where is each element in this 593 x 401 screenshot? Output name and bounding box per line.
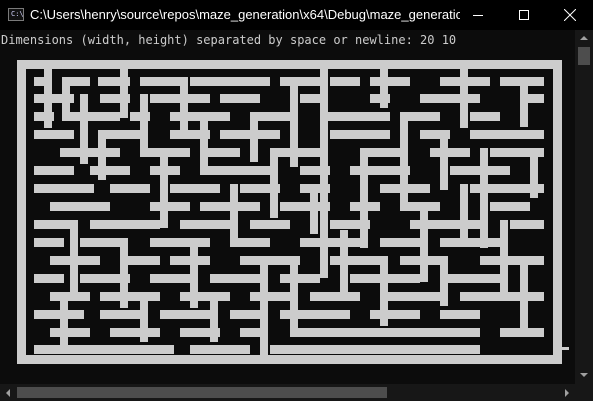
console-app-icon[interactable]: C:\ xyxy=(8,8,24,21)
scroll-left-arrow-icon xyxy=(6,389,10,397)
scroll-down-button[interactable] xyxy=(575,367,593,384)
vertical-scroll-thumb[interactable] xyxy=(578,47,590,65)
app-icon-label: C:\ xyxy=(11,10,24,18)
scroll-right-arrow-icon xyxy=(565,389,569,397)
scrollbar-corner xyxy=(575,384,593,401)
text-cursor xyxy=(561,347,569,350)
maze xyxy=(17,60,562,364)
scroll-left-button[interactable] xyxy=(0,384,17,401)
maximize-icon xyxy=(519,10,529,20)
vertical-scrollbar[interactable] xyxy=(575,30,593,384)
close-button[interactable] xyxy=(547,0,593,30)
close-icon xyxy=(564,9,576,21)
minimize-icon xyxy=(473,15,483,16)
maze-paths xyxy=(17,60,562,364)
minimize-button[interactable] xyxy=(455,0,501,30)
horizontal-scrollbar[interactable] xyxy=(0,384,575,401)
scroll-right-button[interactable] xyxy=(558,384,575,401)
title-bar[interactable]: C:\ C:\Users\henry\source\repos\maze_gen… xyxy=(0,0,593,30)
scroll-down-arrow-icon xyxy=(580,373,588,377)
window-title: C:\Users\henry\source\repos\maze_generat… xyxy=(30,7,460,22)
scroll-up-arrow-icon xyxy=(580,36,588,40)
maximize-button[interactable] xyxy=(501,0,547,30)
console-output[interactable]: Dimensions (width, height) separated by … xyxy=(0,30,575,384)
scroll-up-button[interactable] xyxy=(575,30,593,47)
horizontal-scroll-thumb[interactable] xyxy=(17,387,387,398)
